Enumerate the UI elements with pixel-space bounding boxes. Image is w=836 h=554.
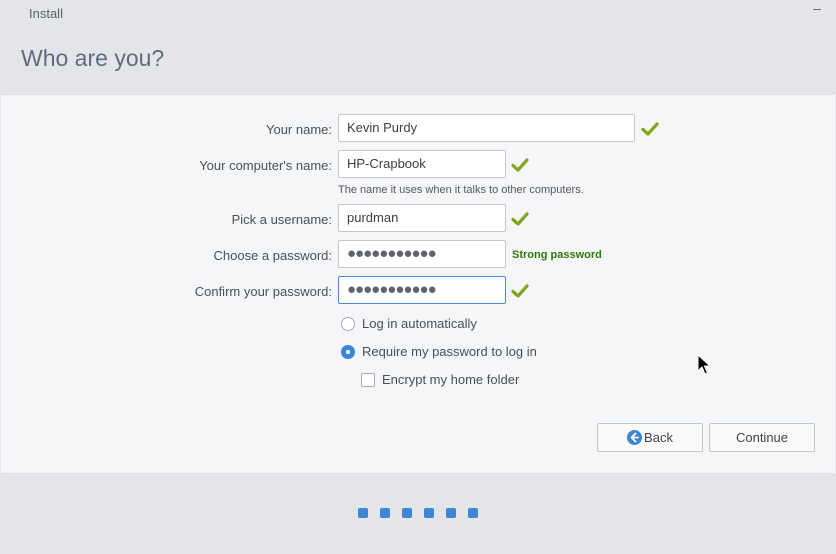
password-field[interactable]: ●●●●●●●●●●● (338, 240, 506, 268)
log-in-automatically-label[interactable]: Log in automatically (362, 316, 477, 331)
password-strength-indicator: Strong password (512, 249, 602, 261)
confirm-password-valid-checkmark-icon (511, 284, 529, 298)
page-title: Who are you? (21, 45, 165, 71)
title-bar: Install – (0, 0, 836, 28)
username-field[interactable]: purdman (338, 204, 506, 232)
name-label: Your name: (265, 122, 332, 137)
progress-step-dot (424, 508, 434, 518)
computer-name-valid-checkmark-icon (511, 158, 529, 172)
progress-step-dot (402, 508, 412, 518)
password-label: Choose a password: (213, 248, 332, 263)
mouse-pointer-icon (697, 354, 711, 375)
computer-name-field[interactable]: HP-Crapbook (338, 150, 506, 178)
back-button[interactable]: Back (597, 423, 703, 452)
name-valid-checkmark-icon (641, 122, 659, 136)
window-title: Install (29, 6, 63, 21)
username-valid-checkmark-icon (511, 212, 529, 226)
minimize-button[interactable]: – (810, 1, 824, 15)
encrypt-home-label[interactable]: Encrypt my home folder (382, 372, 519, 387)
require-password-radio[interactable] (341, 345, 355, 359)
encrypt-home-checkbox[interactable] (361, 373, 375, 387)
confirm-password-field[interactable]: ●●●●●●●●●●● (338, 276, 506, 304)
confirm-password-label: Confirm your password: (194, 284, 332, 299)
computer-name-hint: The name it uses when it talks to other … (338, 184, 584, 196)
progress-step-dot (380, 508, 390, 518)
require-password-label[interactable]: Require my password to log in (362, 344, 537, 359)
name-field[interactable]: Kevin Purdy (338, 114, 635, 142)
back-arrow-icon (627, 430, 643, 445)
continue-button[interactable]: Continue (709, 423, 815, 452)
progress-step-dot (468, 508, 478, 518)
progress-step-dot (358, 508, 368, 518)
back-button-label: Back (644, 430, 673, 445)
progress-step-dot (446, 508, 456, 518)
log-in-automatically-radio[interactable] (341, 317, 355, 331)
username-label: Pick a username: (231, 212, 332, 227)
computer-name-label: Your computer's name: (199, 158, 332, 173)
